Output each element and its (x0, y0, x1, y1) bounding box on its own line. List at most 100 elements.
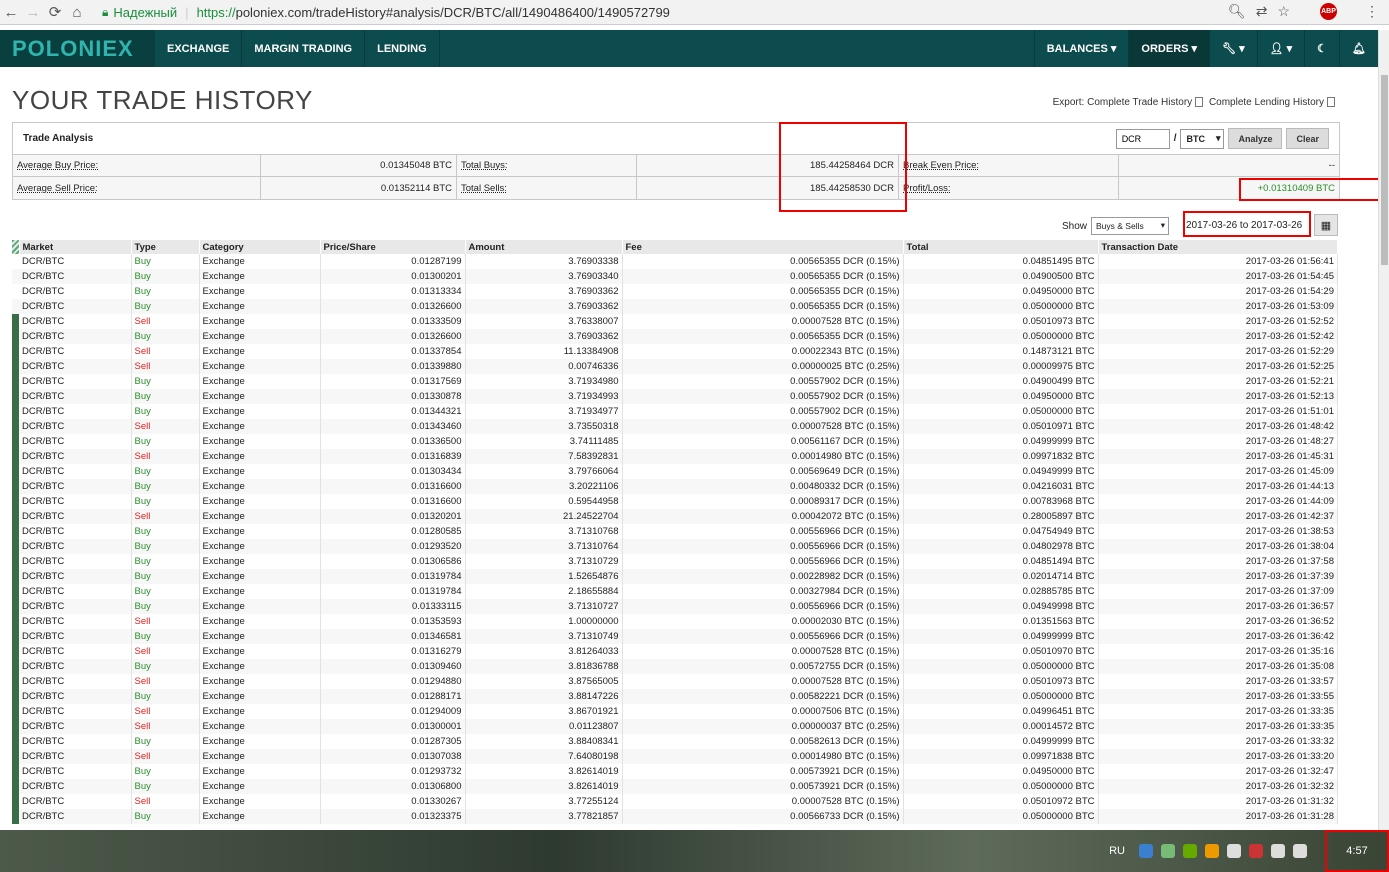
cell-market: DCR/BTC (19, 434, 132, 449)
row-marker (12, 494, 19, 509)
cell-fee: 0.00228982 DCR (0.15%) (622, 569, 904, 584)
row-marker (12, 524, 19, 539)
row-marker (12, 719, 19, 734)
page-scrollbar[interactable] (1378, 30, 1389, 830)
column-header-total[interactable]: Total (903, 240, 1099, 254)
cell-market: DCR/BTC (19, 659, 132, 674)
cell-fee: 0.00561167 DCR (0.15%) (622, 434, 904, 449)
adblock-icon[interactable]: ABP (1320, 3, 1337, 20)
coin-input[interactable] (1115, 128, 1170, 149)
cell-total: 0.05000000 BTC (903, 809, 1099, 824)
cell-category: Exchange (199, 284, 321, 299)
row-marker (12, 314, 19, 329)
clear-button[interactable]: Clear (1286, 128, 1329, 149)
cell-fee: 0.00007528 BTC (0.15%) (622, 674, 904, 689)
translate-icon[interactable]: ⇄ (1256, 3, 1268, 20)
lock-icon: 🔒︎ (102, 4, 109, 19)
table-row: DCR/BTC Buy Exchange 0.01344321 3.71934977 0.… (12, 404, 1338, 419)
bell-icon[interactable]: 🔔︎ (1339, 30, 1378, 67)
nav-balances[interactable]: BALANCES ▾ (1033, 30, 1129, 67)
volume-icon[interactable] (1293, 844, 1307, 858)
nav-lending[interactable]: LENDING (365, 30, 440, 67)
column-header-fee[interactable]: Fee (622, 240, 904, 254)
cell-total: 0.00783968 BTC (903, 494, 1099, 509)
table-row: DCR/BTC Sell Exchange 0.01320201 21.24522704… (12, 509, 1338, 524)
base-currency-select[interactable]: BTC (1180, 128, 1225, 149)
table-row: DCR/BTC Buy Exchange 0.01316600 3.20221106 0.… (12, 479, 1338, 494)
cell-fee: 0.00000025 BTC (0.25%) (622, 359, 904, 374)
cell-price: 0.01316839 (320, 449, 466, 464)
total-buys-label: Total Buys: (457, 155, 637, 176)
cell-fee: 0.00556966 DCR (0.15%) (622, 599, 904, 614)
row-marker (12, 374, 19, 389)
tray-app-icon[interactable] (1139, 844, 1153, 858)
row-marker (12, 269, 19, 284)
cell-amount: 1.52654876 (465, 569, 623, 584)
header-marker (12, 240, 20, 254)
user-icon[interactable]: 👤︎ ▾ (1256, 30, 1305, 67)
nvidia-icon[interactable] (1183, 844, 1197, 858)
break-even-label: Break Even Price: (899, 155, 1119, 176)
calendar-icon[interactable]: ▦ (1314, 214, 1338, 236)
cell-price: 0.01303434 (320, 464, 466, 479)
tray-app-icon[interactable] (1249, 844, 1263, 858)
tray-app-icon[interactable] (1161, 844, 1175, 858)
analyze-button[interactable]: Analyze (1228, 128, 1283, 149)
cell-total: 0.01351563 BTC (903, 614, 1099, 629)
reload-icon[interactable]: ⟳ (44, 3, 66, 21)
zoom-icon[interactable]: 🔍︎ (1228, 3, 1246, 20)
row-marker (12, 689, 19, 704)
cell-date: 2017-03-26 01:48:42 (1098, 419, 1338, 434)
export-trade-history-link[interactable]: Complete Trade History (1087, 97, 1192, 108)
cell-fee: 0.00556966 DCR (0.15%) (622, 539, 904, 554)
home-icon[interactable]: ⌂ (66, 4, 88, 21)
address-bar[interactable]: https://poloniex.com/tradeHistory#analys… (197, 5, 670, 20)
column-header-amount[interactable]: Amount (465, 240, 623, 254)
flag-icon[interactable] (1227, 844, 1241, 858)
cell-type: Buy (131, 584, 200, 599)
tray-app-icon[interactable] (1205, 844, 1219, 858)
cell-amount: 3.79766064 (465, 464, 623, 479)
row-marker (12, 749, 19, 764)
nav-right-group: BALANCES ▾ ORDERS ▾ 🔧︎ ▾ 👤︎ ▾ ☾ 🔔︎ (1033, 30, 1378, 67)
cell-category: Exchange (199, 569, 321, 584)
cell-fee: 0.00002030 BTC (0.15%) (622, 614, 904, 629)
export-lending-history-link[interactable]: Complete Lending History (1209, 97, 1324, 108)
menu-kebab-icon[interactable]: ⋮ (1365, 3, 1379, 20)
back-icon[interactable]: ← (0, 4, 22, 21)
column-header-category[interactable]: Category (199, 240, 321, 254)
cell-amount: 3.76903340 (465, 269, 623, 284)
column-header-date[interactable]: Transaction Date (1098, 240, 1338, 254)
cell-total: 0.00009975 BTC (903, 359, 1099, 374)
cell-type: Sell (131, 449, 200, 464)
forward-icon[interactable]: → (22, 4, 44, 21)
cell-type: Buy (131, 659, 200, 674)
nav-orders[interactable]: ORDERS ▾ (1128, 30, 1210, 67)
column-header-market[interactable]: Market (19, 240, 132, 254)
nav-margin-trading[interactable]: MARGIN TRADING (242, 30, 366, 67)
poloniex-logo[interactable]: POLONIEX (0, 30, 155, 67)
column-header-type[interactable]: Type (131, 240, 200, 254)
avg-sell-label: Average Sell Price: (13, 177, 261, 199)
column-header-price[interactable]: Price/Share (320, 240, 466, 254)
cell-type: Buy (131, 389, 200, 404)
network-icon[interactable] (1271, 844, 1285, 858)
cell-price: 0.01287305 (320, 734, 466, 749)
language-indicator[interactable]: RU (1109, 845, 1125, 857)
wrench-icon[interactable]: 🔧︎ ▾ (1209, 30, 1257, 67)
cell-type: Buy (131, 329, 200, 344)
scrollbar-thumb[interactable] (1381, 75, 1388, 265)
cell-amount: 3.76903362 (465, 329, 623, 344)
show-type-select[interactable]: Buys & Sells (1091, 217, 1170, 235)
moon-icon[interactable]: ☾ (1304, 30, 1339, 67)
cell-date: 2017-03-26 01:38:04 (1098, 539, 1338, 554)
nav-exchange[interactable]: EXCHANGE (155, 30, 243, 67)
cell-market: DCR/BTC (19, 419, 132, 434)
table-row: DCR/BTC Buy Exchange 0.01326600 3.76903362 0.… (12, 299, 1338, 314)
date-range-field[interactable]: 2017-03-26 to 2017-03-26 (1183, 214, 1311, 236)
cell-price: 0.01306800 (320, 779, 466, 794)
row-marker (12, 299, 19, 314)
cell-price: 0.01333115 (320, 599, 466, 614)
bookmark-star-icon[interactable]: ☆ (1277, 3, 1290, 20)
taskbar-clock[interactable]: 4:57 (1325, 830, 1389, 872)
